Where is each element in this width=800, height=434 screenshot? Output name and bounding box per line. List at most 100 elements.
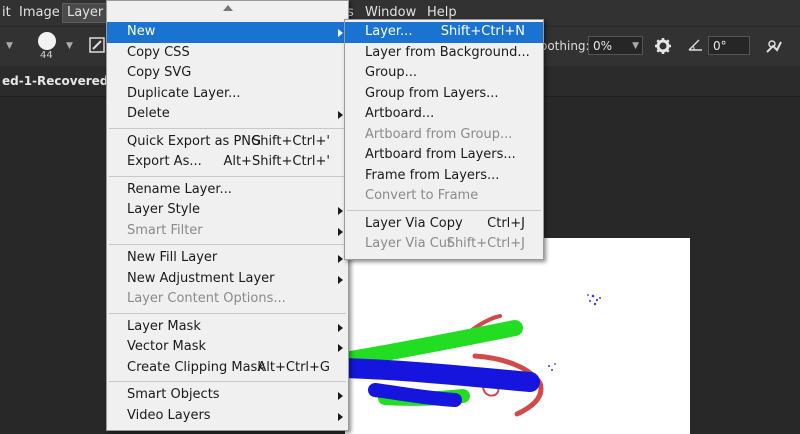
menu-item-label: Copy CSS [127,44,190,60]
submenu-item-frame-from-layers[interactable]: Frame from Layers... [345,166,543,187]
menu-item-layer-style[interactable]: Layer Style [107,200,348,221]
menu-item-new[interactable]: New [107,22,348,43]
menu-item-shortcut: Ctrl+J [487,215,525,231]
menu-item-label: Create Clipping Mask [127,359,265,375]
menu-item-label: Layer from Background... [365,44,530,60]
menu-item-new-adjustment-layer[interactable]: New Adjustment Layer [107,269,348,290]
menu-item-shortcut: Shift+Ctrl+J [446,236,525,251]
menu-item-label: Export As... [127,154,202,169]
chevron-down-icon[interactable]: ▼ [632,37,639,56]
menu-item-label: Video Layers [127,407,211,423]
gear-icon[interactable] [654,37,672,55]
menu-item-create-clipping-mask[interactable]: Create Clipping Mask Alt+Ctrl+G [107,358,348,379]
menu-item-copy-svg[interactable]: Copy SVG [107,63,348,84]
submenu-arrow-icon [338,323,343,332]
brush-settings-icon[interactable] [88,36,106,54]
submenu-arrow-icon [338,412,343,421]
menu-item-label: Rename Layer... [127,181,232,197]
menu-item-label: Group... [365,65,417,80]
menu-separator [109,175,346,177]
menu-separator [109,127,346,129]
menu-item-label: Smart Filter [127,222,203,238]
submenu-arrow-icon [338,111,343,119]
submenu-item-layer[interactable]: Layer... Shift+Ctrl+N [345,22,543,43]
menu-item-video-layers[interactable]: Video Layers [107,406,348,427]
menu-item-shortcut: Shift+Ctrl+N [440,24,525,39]
menu-item-copy-css[interactable]: Copy CSS [107,43,348,64]
scroll-up-arrow-icon [222,5,233,11]
menu-item-shortcut: Shift+Ctrl+' [251,133,330,149]
menu-item-label: Group from Layers... [365,85,499,101]
smoothing-label: oothing: [540,39,590,53]
submenu-item-artboard[interactable]: Artboard... [345,104,543,125]
submenu-arrow-icon [338,207,343,215]
submenu-arrow-icon [338,344,343,352]
menu-item-smart-objects[interactable]: Smart Objects [107,385,348,406]
menu-item-layer-content-options[interactable]: Layer Content Options... [107,289,348,310]
menu-item-label: Smart Objects [127,387,220,402]
brush-preview[interactable] [38,32,56,50]
submenu-item-group[interactable]: Group... [345,63,543,84]
layer-menu: New Copy CSS Copy SVG Duplicate Layer...… [106,0,349,431]
menu-item-vector-mask[interactable]: Vector Mask [107,337,348,358]
canvas[interactable] [345,238,690,434]
menu-item-delete[interactable]: Delete [107,104,348,125]
chevron-down-icon[interactable]: ▼ [6,41,13,51]
menu-edit[interactable]: it [0,4,15,22]
canvas-artwork [345,294,601,417]
menu-separator [109,312,346,314]
menu-scroll-up[interactable] [107,1,348,15]
menu-item-duplicate-layer[interactable]: Duplicate Layer... [107,84,348,105]
menu-item-smart-filter[interactable]: Smart Filter [107,221,348,242]
menu-item-quick-export[interactable]: Quick Export as PNG Shift+Ctrl+' [107,132,348,153]
menu-item-label: Quick Export as PNG [127,133,262,149]
menu-item-shortcut: Alt+Ctrl+G [257,359,330,375]
menu-item-label: Layer Style [127,202,201,217]
blue-stroke [345,358,540,392]
menu-item-rename-layer[interactable]: Rename Layer... [107,180,348,201]
menu-item-label: Artboard... [365,106,435,121]
submenu-item-group-from-layers[interactable]: Group from Layers... [345,84,543,105]
menu-item-label: Layer Via Copy [365,215,463,231]
submenu-item-layer-via-copy[interactable]: Layer Via Copy Ctrl+J [345,214,543,235]
new-submenu: Layer... Shift+Ctrl+N Layer from Backgro… [344,19,544,260]
menu-image[interactable]: Image [15,4,64,22]
menu-item-label: Vector Mask [127,339,207,354]
menu-item-layer-mask[interactable]: Layer Mask [107,317,348,338]
menu-item-label: Delete [127,106,170,121]
pressure-icon[interactable] [764,36,784,56]
submenu-arrow-icon [338,255,343,263]
submenu-item-layer-from-background[interactable]: Layer from Background... [345,43,543,64]
submenu-item-convert-to-frame[interactable]: Convert to Frame [345,186,543,207]
submenu-item-artboard-from-layers[interactable]: Artboard from Layers... [345,145,543,166]
menu-item-shortcut: Alt+Shift+Ctrl+' [223,154,330,169]
menu-item-label: New Fill Layer [127,250,218,265]
menu-item-label: Layer Via Cut [365,236,453,251]
menu-item-label: New Adjustment Layer [127,270,275,286]
submenu-item-layer-via-cut[interactable]: Layer Via Cut Shift+Ctrl+J [345,234,543,255]
submenu-arrow-icon [338,227,343,236]
submenu-arrow-icon [338,392,343,400]
menu-layer[interactable]: Layer [62,3,109,23]
blue-speckle [548,294,601,371]
menu-item-label: Layer... [365,24,413,39]
menu-item-label: Copy SVG [127,65,192,80]
smoothing-value: 0% [593,39,613,53]
menu-item-label: Frame from Layers... [365,167,500,183]
menu-item-new-fill-layer[interactable]: New Fill Layer [107,248,348,269]
menu-separator [109,381,346,382]
chevron-down-icon[interactable]: ▼ [66,41,73,51]
menu-item-export-as[interactable]: Export As... Alt+Shift+Ctrl+' [107,152,348,173]
menu-item-label: Convert to Frame [365,188,479,203]
brush-size-label: 44 [40,50,53,61]
menu-item-label: Duplicate Layer... [127,85,241,101]
submenu-arrow-icon [338,275,343,284]
smoothing-field[interactable]: 0% ▼ [588,36,643,55]
menu-item-label: Artboard from Group... [365,126,513,142]
angle-field[interactable]: 0° [708,36,750,55]
menu-separator [109,244,346,245]
submenu-item-artboard-from-group[interactable]: Artboard from Group... [345,125,543,146]
submenu-arrow-icon [338,29,343,37]
menu-item-label: Artboard from Layers... [365,147,516,162]
angle-value: 0° [713,39,727,53]
